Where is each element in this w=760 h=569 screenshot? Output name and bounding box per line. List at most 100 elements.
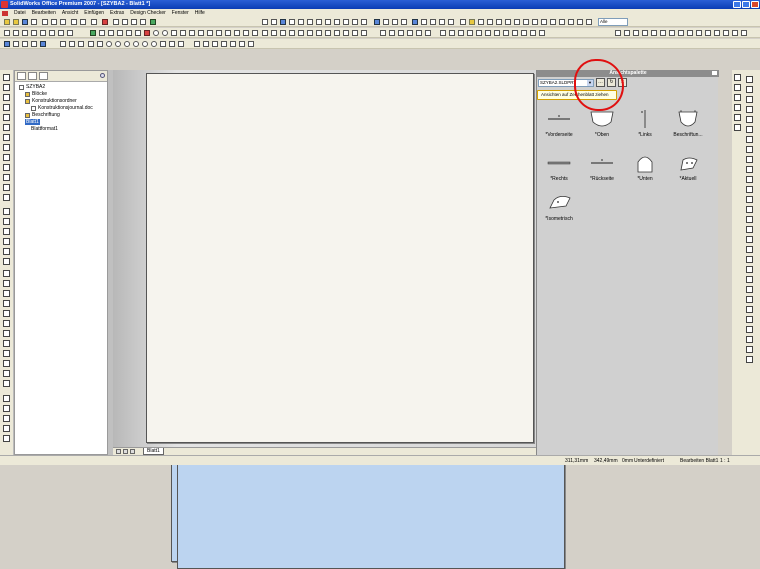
rect-tool-icon[interactable] bbox=[97, 41, 103, 47]
aligned-section-icon[interactable] bbox=[58, 30, 64, 36]
tree-item-root[interactable]: SZYBA2 bbox=[19, 84, 45, 90]
right-tool-13-icon[interactable] bbox=[746, 136, 753, 143]
arc-tool-2-icon[interactable] bbox=[169, 41, 175, 47]
tool-d-icon[interactable] bbox=[642, 30, 648, 36]
left-tool-10-icon[interactable] bbox=[3, 164, 10, 171]
right-tool-18-icon[interactable] bbox=[746, 186, 753, 193]
align-right-icon[interactable] bbox=[550, 19, 556, 25]
weldment-table-icon[interactable] bbox=[416, 30, 422, 36]
group-icon[interactable] bbox=[586, 19, 592, 25]
tree-item-konstruktionsordner[interactable]: Konstruktionsordner bbox=[25, 98, 77, 104]
left-tool-16-icon[interactable] bbox=[3, 228, 10, 235]
left-tool-11-icon[interactable] bbox=[3, 174, 10, 181]
line-style-icon[interactable] bbox=[496, 19, 502, 25]
centerline-icon[interactable] bbox=[108, 30, 114, 36]
left-tool-17-icon[interactable] bbox=[3, 238, 10, 245]
right-tool-19-icon[interactable] bbox=[746, 196, 753, 203]
right-tool-17-icon[interactable] bbox=[746, 176, 753, 183]
right-tool-4-icon[interactable] bbox=[734, 104, 741, 111]
right-tool-29-icon[interactable] bbox=[746, 296, 753, 303]
right-tool-21-icon[interactable] bbox=[746, 216, 753, 223]
tool-n-icon[interactable] bbox=[732, 30, 738, 36]
center-mark-icon[interactable] bbox=[440, 30, 446, 36]
model-items-icon[interactable] bbox=[280, 19, 286, 25]
revision-table-icon[interactable] bbox=[407, 30, 413, 36]
projected-view-icon[interactable] bbox=[31, 30, 37, 36]
align-left-icon[interactable] bbox=[541, 19, 547, 25]
ellipse-icon[interactable] bbox=[189, 30, 195, 36]
left-tool-5-icon[interactable] bbox=[3, 114, 10, 121]
arc-icon[interactable] bbox=[162, 30, 168, 36]
magnetic-line-icon[interactable] bbox=[476, 30, 482, 36]
front-view-icon[interactable] bbox=[421, 19, 427, 25]
feature-manager-tab[interactable] bbox=[17, 72, 26, 80]
redo-icon[interactable] bbox=[80, 19, 86, 25]
ellipse-tool-icon[interactable] bbox=[151, 41, 157, 47]
sheet-tab-blatt1[interactable]: Blatt1 bbox=[143, 448, 164, 455]
right-tool-1-icon[interactable] bbox=[734, 74, 741, 81]
line-thickness-icon[interactable] bbox=[487, 19, 493, 25]
block-icon[interactable] bbox=[467, 30, 473, 36]
undo-icon[interactable] bbox=[71, 19, 77, 25]
left-tool-25-icon[interactable] bbox=[3, 320, 10, 327]
revision-symbol-icon[interactable] bbox=[512, 30, 518, 36]
detail-view-icon[interactable] bbox=[67, 30, 73, 36]
line-icon[interactable] bbox=[271, 19, 277, 25]
right-tool-25-icon[interactable] bbox=[746, 256, 753, 263]
left-tool-22-icon[interactable] bbox=[3, 290, 10, 297]
toolbar-item-7-icon[interactable] bbox=[239, 41, 245, 47]
shaded-icon[interactable] bbox=[392, 19, 398, 25]
left-tool-30-icon[interactable] bbox=[3, 370, 10, 377]
tool-e-icon[interactable] bbox=[651, 30, 657, 36]
line-color-icon[interactable] bbox=[478, 19, 484, 25]
smart-dimension-icon[interactable] bbox=[289, 19, 295, 25]
right-tool-32-icon[interactable] bbox=[746, 326, 753, 333]
menu-toggle-icon[interactable] bbox=[4, 41, 10, 47]
configuration-manager-tab[interactable] bbox=[39, 72, 48, 80]
left-tool-34-icon[interactable] bbox=[3, 415, 10, 422]
sketch-icon[interactable] bbox=[90, 30, 96, 36]
balloon-icon[interactable] bbox=[307, 19, 313, 25]
grid-icon[interactable] bbox=[532, 19, 538, 25]
maximize-button[interactable] bbox=[742, 1, 750, 8]
geometric-tolerance-icon[interactable] bbox=[343, 19, 349, 25]
left-tool-29-icon[interactable] bbox=[3, 360, 10, 367]
left-tool-18-icon[interactable] bbox=[3, 248, 10, 255]
cosmetic-thread-icon[interactable] bbox=[485, 30, 491, 36]
right-tool-5-icon[interactable] bbox=[734, 114, 741, 121]
display-relations-icon[interactable] bbox=[343, 30, 349, 36]
circle-tool-3-icon[interactable] bbox=[124, 41, 130, 47]
left-tool-24-icon[interactable] bbox=[3, 310, 10, 317]
offset-icon[interactable] bbox=[243, 30, 249, 36]
linear-pattern-icon[interactable] bbox=[316, 30, 322, 36]
line-tool-icon[interactable] bbox=[88, 41, 94, 47]
toolbar-item-1-icon[interactable] bbox=[13, 41, 19, 47]
tool-k-icon[interactable] bbox=[705, 30, 711, 36]
right-tool-2-icon[interactable] bbox=[734, 84, 741, 91]
align-top-icon[interactable] bbox=[559, 19, 565, 25]
left-tool-23-icon[interactable] bbox=[3, 300, 10, 307]
view-aktuell[interactable]: *Aktuell bbox=[668, 152, 708, 182]
right-tool-15-icon[interactable] bbox=[746, 156, 753, 163]
dowel-pin-icon[interactable] bbox=[494, 30, 500, 36]
area-hatch-icon[interactable] bbox=[458, 30, 464, 36]
point-tool-icon[interactable] bbox=[203, 41, 209, 47]
tool-o-icon[interactable] bbox=[741, 30, 747, 36]
view-rueckseite[interactable]: *Rückseite bbox=[582, 152, 622, 182]
rotate-entities-icon[interactable] bbox=[289, 30, 295, 36]
left-tool-6-icon[interactable] bbox=[3, 124, 10, 131]
menu-einfuegen[interactable]: Einfügen bbox=[84, 10, 104, 16]
tree-item-beschriftung[interactable]: Beschriftung bbox=[25, 112, 60, 118]
break-view-icon[interactable] bbox=[530, 30, 536, 36]
tree-item-blatt1[interactable]: Blatt1 bbox=[25, 119, 559, 562]
right-tool-6-icon[interactable] bbox=[734, 124, 741, 131]
right-tool-33-icon[interactable] bbox=[746, 336, 753, 343]
scale-select[interactable]: Alle bbox=[598, 18, 628, 26]
right-tool-24-icon[interactable] bbox=[746, 246, 753, 253]
right-tool-28-icon[interactable] bbox=[746, 286, 753, 293]
circle-tool-4-icon[interactable] bbox=[133, 41, 139, 47]
scale-entities-icon[interactable] bbox=[307, 30, 313, 36]
zoom-area-icon[interactable] bbox=[122, 19, 128, 25]
left-tool-15-icon[interactable] bbox=[3, 218, 10, 225]
point-icon[interactable] bbox=[262, 19, 268, 25]
